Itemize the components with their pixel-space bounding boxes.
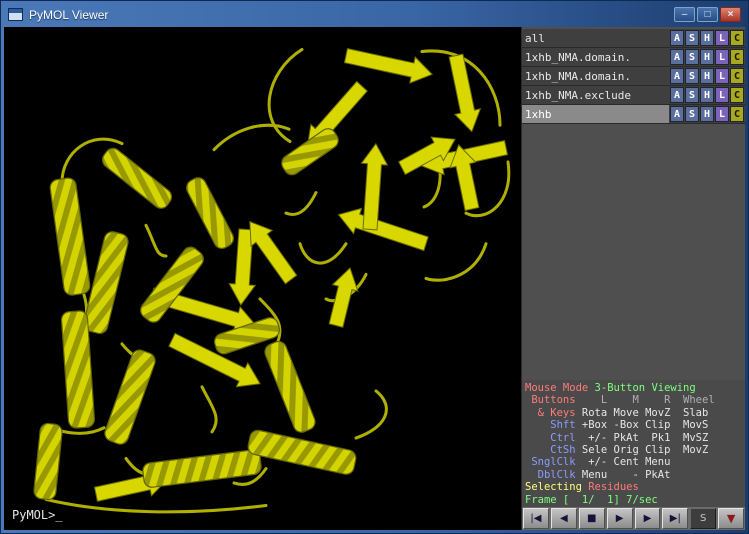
color-button[interactable]: C	[730, 68, 744, 84]
object-list: all A S H L C 1xhb_NMA.domain. A S H L C	[522, 27, 745, 124]
close-button[interactable]: ×	[720, 7, 741, 22]
object-buttons: A S H L C	[669, 48, 745, 66]
skip-to-start-button[interactable]: |◀	[523, 508, 549, 529]
color-button[interactable]: C	[730, 106, 744, 122]
step-back-button[interactable]: ◀	[551, 508, 577, 529]
playback-controls: |◀ ◀ ■ ▶ ▶ ▶| S ▼	[522, 507, 745, 530]
object-row[interactable]: 1xhb_NMA.domain. A S H L C	[522, 48, 745, 67]
ctrl-shift-bindings-line: CtSh Sele Orig Clip MovZ	[525, 444, 745, 456]
show-button[interactable]: S	[685, 87, 699, 103]
show-button[interactable]: S	[685, 106, 699, 122]
object-buttons: A S H L C	[669, 86, 745, 104]
object-buttons: A S H L C	[669, 105, 745, 123]
double-click-line: DblClk Menu - PkAt	[525, 469, 745, 481]
panel-spacer	[522, 124, 745, 380]
hide-button[interactable]: H	[700, 106, 714, 122]
step-forward-button[interactable]: ▶	[635, 508, 661, 529]
play-button[interactable]: ▶	[607, 508, 633, 529]
protein-structure	[4, 27, 521, 530]
hide-button[interactable]: H	[700, 87, 714, 103]
ctrl-bindings-line: Ctrl +/- PkAt Pk1 MvSZ	[525, 432, 745, 444]
side-panel: all A S H L C 1xhb_NMA.domain. A S H L C	[521, 27, 745, 530]
frame-counter-line: Frame [ 1/ 1] 7/sec	[525, 494, 745, 506]
label-button[interactable]: L	[715, 49, 729, 65]
minimize-button[interactable]: –	[674, 7, 695, 22]
label-button[interactable]: L	[715, 106, 729, 122]
object-buttons: A S H L C	[669, 67, 745, 85]
maximize-button[interactable]: □	[697, 7, 718, 22]
label-button[interactable]: L	[715, 87, 729, 103]
label-button[interactable]: L	[715, 68, 729, 84]
action-button[interactable]: A	[670, 87, 684, 103]
mouse-mode-value: 3-Button Viewing	[595, 382, 696, 394]
selection-mode-value: Residues	[588, 481, 639, 493]
mouse-mode-label: Mouse Mode	[525, 382, 595, 394]
command-prompt[interactable]: PyMOL>_	[12, 508, 63, 522]
main-content: PyMOL>_ all A S H L C 1xhb_NMA.domain. A…	[4, 27, 745, 530]
object-name[interactable]: all	[522, 29, 669, 47]
show-button[interactable]: S	[685, 30, 699, 46]
object-name[interactable]: 1xhb_NMA.domain.	[522, 48, 669, 66]
action-button[interactable]: A	[670, 68, 684, 84]
window-title: PyMOL Viewer	[29, 8, 668, 22]
object-row[interactable]: 1xhb_NMA.exclude A S H L C	[522, 86, 745, 105]
object-row-all[interactable]: all A S H L C	[522, 29, 745, 48]
object-name[interactable]: 1xhb_NMA.exclude	[522, 86, 669, 104]
buttons-header-line: Buttons L M R Wheel	[525, 394, 745, 406]
object-name[interactable]: 1xhb	[522, 105, 669, 123]
hide-button[interactable]: H	[700, 68, 714, 84]
shift-bindings-line: Shft +Box -Box Clip MovS	[525, 419, 745, 431]
single-click-line: SnglClk +/- Cent Menu	[525, 456, 745, 468]
color-button[interactable]: C	[730, 49, 744, 65]
selection-mode-line[interactable]: Selecting Residues	[525, 481, 745, 493]
keys-header-line: & Keys Rota Move MovZ Slab	[525, 407, 745, 419]
object-row[interactable]: 1xhb_NMA.domain. A S H L C	[522, 67, 745, 86]
object-row-selected[interactable]: 1xhb A S H L C	[522, 105, 745, 124]
color-button[interactable]: C	[730, 30, 744, 46]
action-button[interactable]: A	[670, 106, 684, 122]
action-button[interactable]: A	[670, 49, 684, 65]
scene-button[interactable]: S	[690, 508, 716, 529]
hide-button[interactable]: H	[700, 30, 714, 46]
label-button[interactable]: L	[715, 30, 729, 46]
object-buttons: A S H L C	[669, 29, 745, 47]
selecting-label: Selecting	[525, 481, 588, 493]
mouse-mode-line[interactable]: Mouse Mode 3-Button Viewing	[525, 382, 745, 394]
window-controls: – □ ×	[674, 7, 741, 22]
titlebar[interactable]: PyMOL Viewer – □ ×	[4, 2, 745, 27]
beta-arrows	[93, 43, 508, 508]
stop-button[interactable]: ■	[579, 508, 605, 529]
show-button[interactable]: S	[685, 68, 699, 84]
app-icon	[8, 8, 23, 21]
hide-button[interactable]: H	[700, 49, 714, 65]
skip-to-end-button[interactable]: ▶|	[662, 508, 688, 529]
action-button[interactable]: A	[670, 30, 684, 46]
viewport-3d[interactable]: PyMOL>_	[4, 27, 521, 530]
fullscreen-button[interactable]: ▼	[718, 508, 744, 529]
mouse-panel: Mouse Mode 3-Button Viewing Buttons L M …	[522, 380, 745, 507]
show-button[interactable]: S	[685, 49, 699, 65]
object-name[interactable]: 1xhb_NMA.domain.	[522, 67, 669, 85]
color-button[interactable]: C	[730, 87, 744, 103]
